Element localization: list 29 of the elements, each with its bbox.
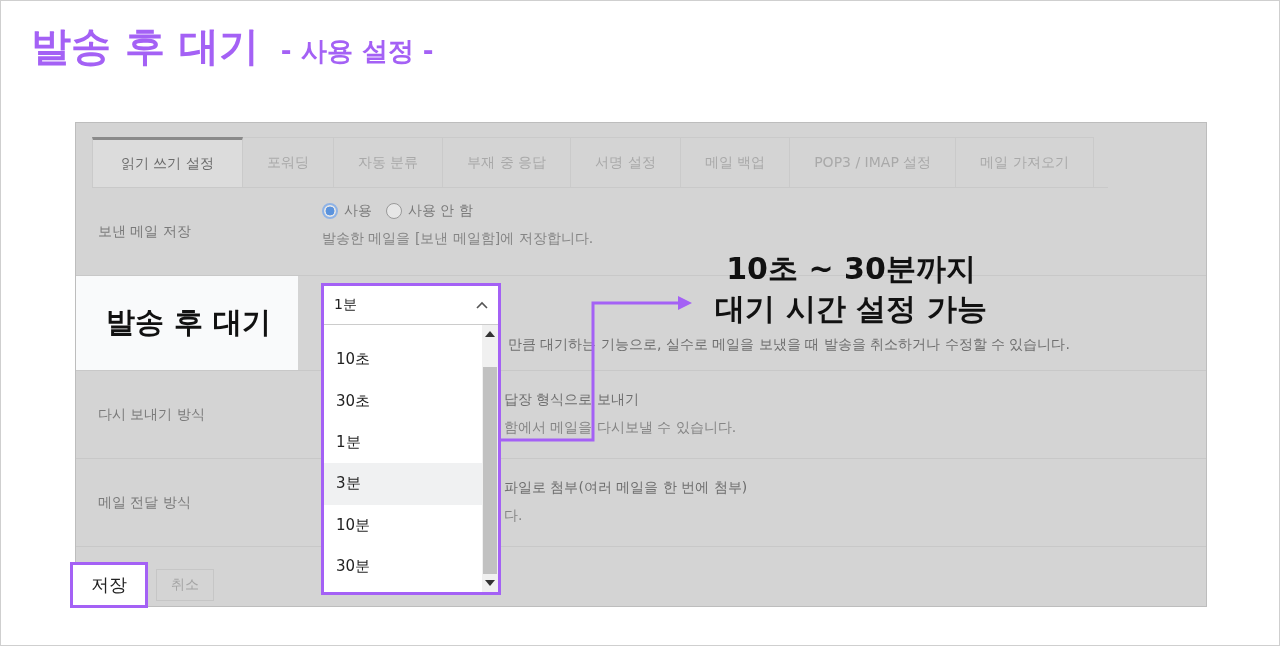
scroll-up-icon — [485, 331, 495, 337]
radio-label: 사용 — [344, 202, 372, 220]
scroll-down-icon — [485, 580, 495, 586]
annotation-text: 10초 ~ 30분까지 대기 시간 설정 가능 — [714, 250, 988, 328]
setting-description: 함에서 메일을 다시보낼 수 있습니다. — [504, 419, 737, 437]
dropdown-option[interactable]: 30초 — [324, 380, 482, 422]
radio-button[interactable] — [386, 203, 402, 219]
row-label: 메일 전달 방식 — [97, 492, 192, 512]
row-label: 발송 후 대기 — [76, 276, 298, 370]
row-label: 다시 보내기 방식 — [97, 404, 206, 424]
page-subtitle: - 사용 설정 - — [280, 35, 434, 68]
radio-button[interactable] — [322, 203, 338, 219]
radio-label: 사용 안 함 — [408, 202, 473, 220]
caret-icon — [476, 301, 488, 309]
setting-description: 답장 형식으로 보내기 — [504, 391, 640, 409]
dropdown-option[interactable]: 10초 — [324, 339, 482, 381]
setting-description: 다. — [504, 507, 524, 525]
dropdown-option[interactable]: 30분 — [324, 545, 482, 588]
dropdown-option[interactable]: 3분 — [324, 463, 482, 505]
dropdown-option[interactable]: 1분 — [324, 421, 482, 464]
setting-description: 발송한 메일을 [보낸 메일함]에 저장합니다. — [322, 230, 594, 248]
setting-description: 파일로 첨부(여러 메일을 한 번에 첨부) — [504, 479, 748, 497]
page-title: 발송 후 대기 — [31, 22, 259, 71]
scrollbar[interactable] — [482, 325, 498, 592]
settings-tab[interactable]: 읽기 쓰기 설정 — [92, 137, 243, 187]
dropdown-option[interactable]: 10분 — [324, 504, 482, 546]
select-field[interactable]: 1분 — [324, 286, 498, 325]
row-label: 보낸 메일 저장 — [97, 221, 192, 241]
form-button[interactable]: 저장 — [70, 562, 148, 608]
